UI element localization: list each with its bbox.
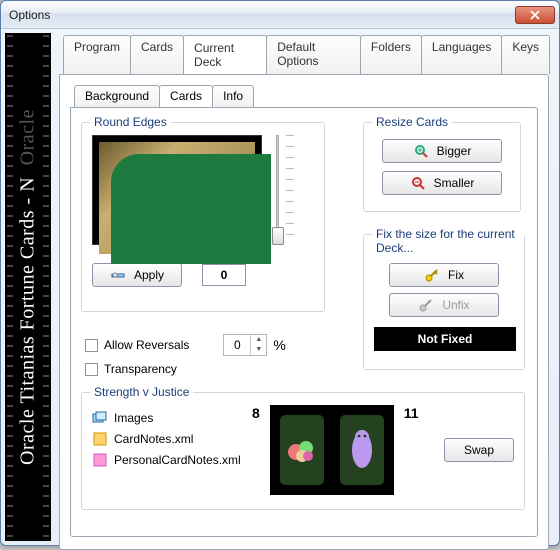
swap-button[interactable]: Swap (444, 438, 514, 462)
apply-button[interactable]: Apply (92, 263, 182, 287)
cardnotes-item[interactable]: CardNotes.xml (92, 431, 242, 447)
tab-default-options[interactable]: Default Options (266, 35, 361, 74)
sub-tab-panel: Round Edges (70, 107, 538, 537)
tab-cards[interactable]: Cards (130, 35, 184, 74)
images-item[interactable]: Images (92, 410, 242, 426)
round-edges-title: Round Edges (90, 115, 171, 129)
zoom-out-icon (410, 175, 426, 191)
strength-justice-group: Strength v Justice Images (81, 392, 525, 510)
options-window: Options Oracle Titanias Fortune Cards - … (0, 0, 560, 546)
round-edges-group: Round Edges (81, 122, 325, 312)
round-edges-slider[interactable] (272, 135, 290, 245)
key-icon (424, 267, 440, 283)
smaller-label: Smaller (434, 176, 475, 190)
xml-file-icon (92, 431, 108, 447)
close-button[interactable] (515, 6, 555, 24)
left-card-number: 8 (252, 405, 260, 421)
bigger-label: Bigger (437, 144, 472, 158)
tab-program[interactable]: Program (63, 35, 131, 74)
tab-current-deck[interactable]: Current Deck (183, 35, 267, 74)
titlebar[interactable]: Options (1, 1, 559, 29)
bigger-button[interactable]: Bigger (382, 139, 502, 163)
close-icon (530, 10, 540, 20)
resize-cards-group: Resize Cards Bigger Smaller (363, 122, 521, 212)
fix-button[interactable]: Fix (389, 263, 499, 287)
reversals-spinner[interactable]: 0 ▲▼ (223, 334, 267, 356)
card-preview-11 (334, 409, 390, 491)
allow-reversals-label: Allow Reversals (104, 338, 189, 352)
tab-folders[interactable]: Folders (360, 35, 422, 74)
unfix-label: Unfix (442, 298, 469, 312)
card-preview-8 (274, 409, 330, 491)
spinner-down-icon[interactable]: ▼ (250, 345, 266, 355)
zoom-in-icon (413, 143, 429, 159)
tab-cards-sub[interactable]: Cards (159, 85, 213, 107)
allow-reversals-checkbox[interactable] (85, 339, 98, 352)
round-edges-value[interactable]: 0 (202, 264, 246, 286)
sidebar-title-shadow: Oracle (17, 109, 39, 165)
transparency-checkbox[interactable] (85, 363, 98, 376)
resize-cards-title: Resize Cards (372, 115, 452, 129)
tab-languages[interactable]: Languages (421, 35, 502, 74)
tab-info[interactable]: Info (212, 85, 254, 107)
tab-keys[interactable]: Keys (501, 35, 550, 74)
main-tab-panel: Background Cards Info Round Edges (59, 74, 549, 550)
fix-size-title: Fix the size for the current Deck... (372, 227, 524, 255)
unfix-button[interactable]: Unfix (389, 293, 499, 317)
xml-file-pink-icon (92, 452, 108, 468)
personal-notes-item[interactable]: PersonalCardNotes.xml (92, 452, 242, 468)
window-title: Options (9, 8, 515, 22)
transparency-label: Transparency (104, 362, 177, 376)
smaller-button[interactable]: Smaller (382, 171, 502, 195)
tab-background[interactable]: Background (74, 85, 160, 107)
sub-tabs: Background Cards Info (74, 85, 538, 107)
spinner-up-icon[interactable]: ▲ (250, 335, 266, 345)
strength-justice-title: Strength v Justice (90, 385, 193, 399)
apply-icon (110, 267, 126, 283)
main-tabs: Program Cards Current Deck Default Optio… (63, 35, 549, 74)
right-card-number: 11 (404, 405, 419, 421)
fix-label: Fix (448, 268, 464, 282)
fix-status: Not Fixed (374, 327, 516, 351)
swap-label: Swap (464, 443, 494, 457)
images-folder-icon (92, 410, 108, 426)
key-disabled-icon (418, 297, 434, 313)
sidebar: Oracle Titanias Fortune Cards - N Oracle (5, 33, 51, 541)
percent-label: % (273, 337, 285, 353)
card-corner-preview (92, 135, 262, 245)
apply-label: Apply (134, 268, 164, 282)
fix-size-group: Fix the size for the current Deck... Fix (363, 234, 525, 370)
sidebar-title: Oracle Titanias Fortune Cards - N (17, 177, 39, 465)
